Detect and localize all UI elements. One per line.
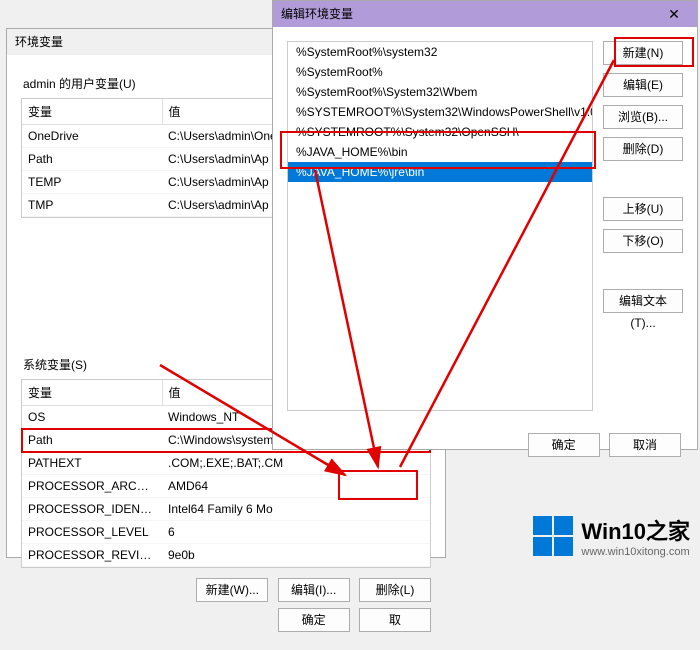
col-var[interactable]: 变量 bbox=[22, 99, 162, 125]
edit-button[interactable]: 编辑(I)... bbox=[278, 578, 350, 602]
cancel-button[interactable]: 取 bbox=[359, 608, 431, 632]
var-name: OS bbox=[22, 406, 162, 429]
var-name: OneDrive bbox=[22, 125, 162, 148]
list-item[interactable]: %SystemRoot%\system32 bbox=[288, 42, 592, 62]
watermark: Win10之家 www.win10xitong.com bbox=[533, 514, 690, 558]
ok-button[interactable]: 确定 bbox=[528, 433, 600, 457]
var-name: PROCESSOR_LEVEL bbox=[22, 521, 162, 544]
sys-btn-row: 新建(W)... 编辑(I)... 删除(L) bbox=[21, 578, 431, 602]
var-name: PROCESSOR_IDENTIFIER bbox=[22, 498, 162, 521]
var-value: AMD64 bbox=[162, 475, 430, 498]
var-name: PROCESSOR_ARCHITECT... bbox=[22, 475, 162, 498]
watermark-url: www.win10xitong.com bbox=[581, 546, 690, 558]
windows-logo-icon bbox=[533, 516, 573, 556]
edit-button[interactable]: 编辑(E) bbox=[603, 73, 683, 97]
edit-title: 编辑环境变量 bbox=[281, 1, 353, 27]
ok-button[interactable]: 确定 bbox=[278, 608, 350, 632]
table-row[interactable]: PROCESSOR_IDENTIFIERIntel64 Family 6 Mo bbox=[22, 498, 430, 521]
env-title: 环境变量 bbox=[15, 29, 63, 55]
move-down-button[interactable]: 下移(O) bbox=[603, 229, 683, 253]
var-value: 6 bbox=[162, 521, 430, 544]
var-name: TEMP bbox=[22, 171, 162, 194]
var-value: Intel64 Family 6 Mo bbox=[162, 498, 430, 521]
var-value: 9e0b bbox=[162, 544, 430, 567]
var-name: Path bbox=[22, 148, 162, 171]
browse-button[interactable]: 浏览(B)... bbox=[603, 105, 683, 129]
list-item[interactable]: %SYSTEMROOT%\System32\WindowsPowerShell\… bbox=[288, 102, 592, 122]
list-item[interactable]: %JAVA_HOME%\jre\bin bbox=[288, 162, 592, 182]
watermark-text: Win10之家 www.win10xitong.com bbox=[581, 514, 690, 558]
edit-env-window: 编辑环境变量 ✕ %SystemRoot%\system32%SystemRoo… bbox=[272, 0, 698, 450]
edit-footer: 确定 取消 bbox=[273, 425, 697, 465]
col-var[interactable]: 变量 bbox=[22, 380, 162, 406]
env-footer: 确定 取 bbox=[21, 608, 431, 632]
list-item[interactable]: %SystemRoot%\System32\Wbem bbox=[288, 82, 592, 102]
var-name: TMP bbox=[22, 194, 162, 217]
move-up-button[interactable]: 上移(U) bbox=[603, 197, 683, 221]
var-name: Path bbox=[22, 429, 162, 452]
list-item[interactable]: %JAVA_HOME%\bin bbox=[288, 142, 592, 162]
table-row[interactable]: PROCESSOR_REVISION9e0b bbox=[22, 544, 430, 567]
table-row[interactable]: PROCESSOR_ARCHITECT...AMD64 bbox=[22, 475, 430, 498]
edit-titlebar: 编辑环境变量 ✕ bbox=[273, 1, 697, 27]
new-button[interactable]: 新建(W)... bbox=[196, 578, 268, 602]
close-icon[interactable]: ✕ bbox=[659, 1, 689, 27]
table-row[interactable]: PROCESSOR_LEVEL6 bbox=[22, 521, 430, 544]
delete-button[interactable]: 删除(L) bbox=[359, 578, 431, 602]
var-name: PATHEXT bbox=[22, 452, 162, 475]
edit-body: %SystemRoot%\system32%SystemRoot%%System… bbox=[273, 27, 697, 425]
edit-text-button[interactable]: 编辑文本(T)... bbox=[603, 289, 683, 313]
new-button[interactable]: 新建(N) bbox=[603, 41, 683, 65]
cancel-button[interactable]: 取消 bbox=[609, 433, 681, 457]
delete-button[interactable]: 删除(D) bbox=[603, 137, 683, 161]
path-list[interactable]: %SystemRoot%\system32%SystemRoot%%System… bbox=[287, 41, 593, 411]
list-item[interactable]: %SystemRoot% bbox=[288, 62, 592, 82]
watermark-brand: Win10之家 bbox=[581, 514, 690, 546]
side-buttons: 新建(N) 编辑(E) 浏览(B)... 删除(D) 上移(U) 下移(O) 编… bbox=[603, 41, 683, 411]
var-name: PROCESSOR_REVISION bbox=[22, 544, 162, 567]
list-item[interactable]: %SYSTEMROOT%\System32\OpenSSH\ bbox=[288, 122, 592, 142]
